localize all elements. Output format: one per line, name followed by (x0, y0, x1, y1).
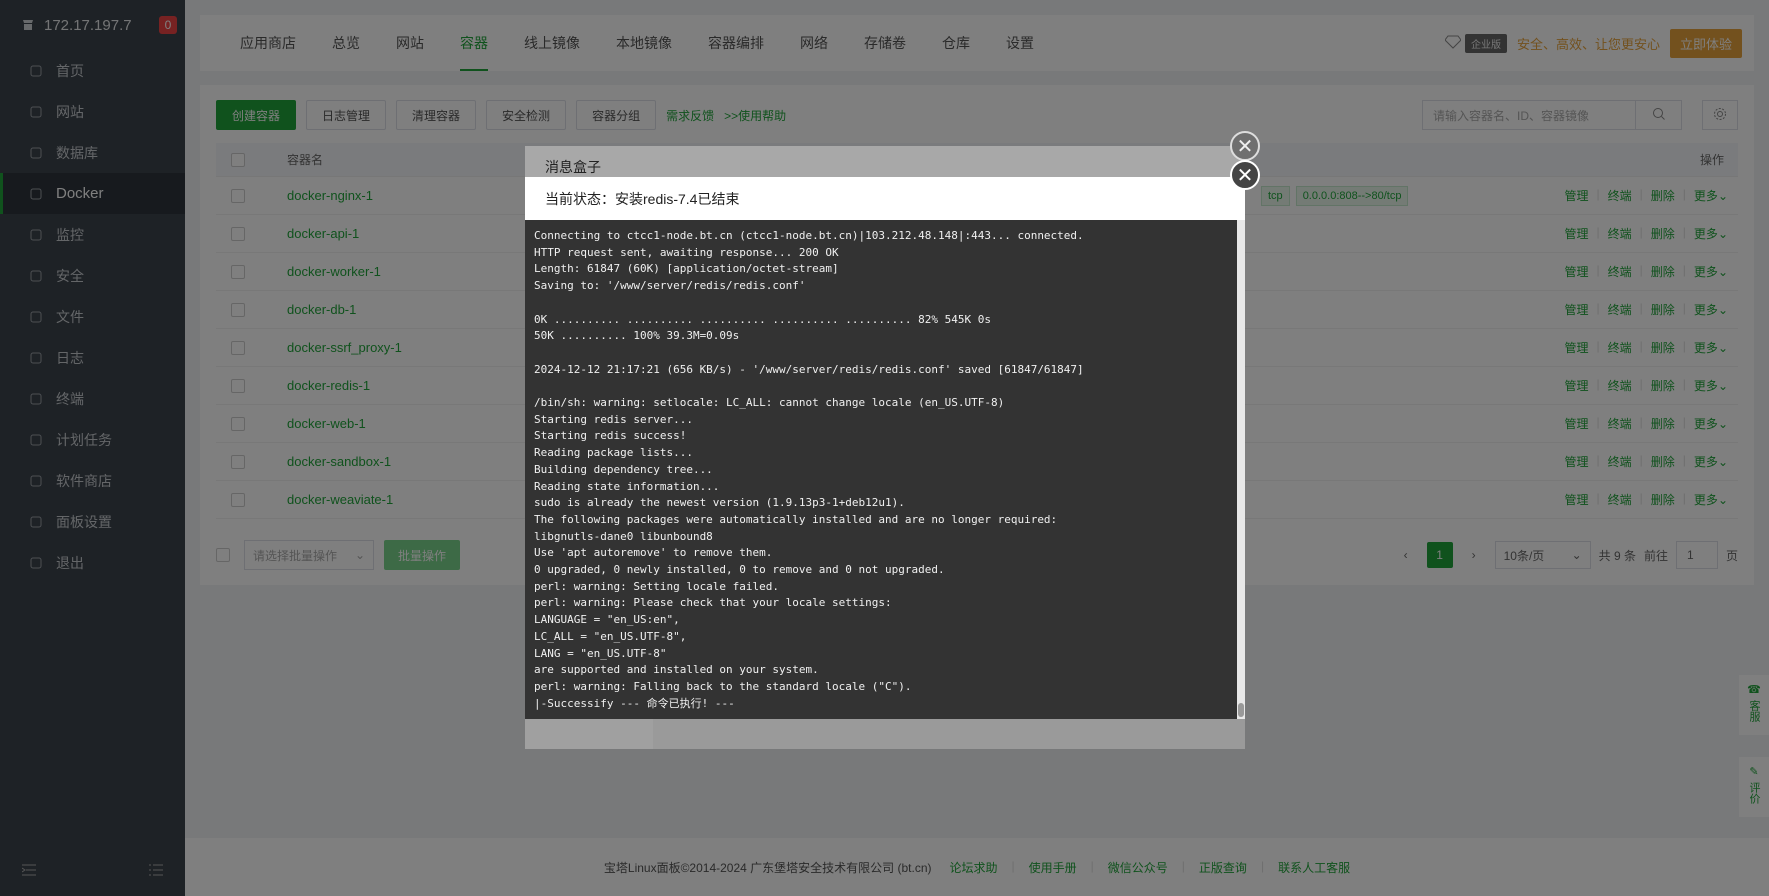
install-log-close-button[interactable]: ✕ (1230, 160, 1260, 190)
message-box-close-button[interactable]: ✕ (1230, 131, 1260, 161)
install-log-output: Connecting to ctcc1-node.bt.cn (ctcc1-no… (534, 229, 1084, 710)
log-scrollbar[interactable] (1237, 220, 1245, 719)
log-scroll-thumb[interactable] (1238, 703, 1244, 717)
close-icon: ✕ (1236, 164, 1254, 187)
install-status: 当前状态：安装redis-7.4已结束 (525, 177, 1245, 220)
close-icon: ✕ (1236, 135, 1254, 158)
message-box-tab (525, 719, 653, 749)
install-log-dialog: 当前状态：安装redis-7.4已结束 Connecting to ctcc1-… (525, 177, 1245, 719)
